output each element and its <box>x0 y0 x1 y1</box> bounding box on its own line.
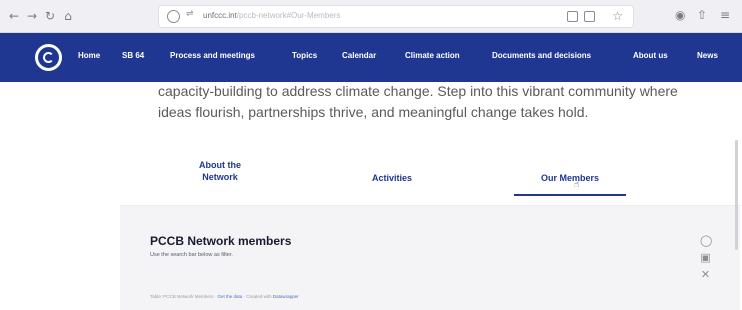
tab-about-label-2: Network <box>202 172 238 182</box>
nav-process-and-meetings[interactable]: Process and meetings <box>170 51 255 60</box>
facebook-icon[interactable]: ▣ <box>700 252 711 263</box>
star-icon[interactable]: ☆ <box>612 9 623 23</box>
account-icon[interactable]: ◉ <box>675 8 685 22</box>
forward-icon[interactable]: → <box>24 8 40 24</box>
page-scrollbar[interactable] <box>735 140 738 250</box>
intro-paragraph: capacity-building to address climate cha… <box>158 81 688 123</box>
site-navigation: Home SB 64 Process and meetings Topics C… <box>0 33 742 82</box>
reload-icon[interactable]: ↻ <box>42 8 58 24</box>
datawrapper-link[interactable]: Datawrapper <box>273 294 299 299</box>
intro-line-1: capacity-building to address climate cha… <box>158 83 678 99</box>
mouse-cursor-icon: ☝ <box>574 180 580 190</box>
tab-our-members[interactable]: Our Members <box>514 172 626 184</box>
unfccc-logo[interactable] <box>35 44 62 71</box>
nav-home[interactable]: Home <box>78 51 100 60</box>
tab-about-the-network[interactable]: About the Network <box>180 159 260 183</box>
back-icon[interactable]: ← <box>6 8 22 24</box>
members-subtitle: Use the search bar below as filter. <box>150 252 233 258</box>
nav-about-us[interactable]: About us <box>633 51 668 60</box>
share-icon[interactable]: ⇧ <box>697 8 707 22</box>
github-icon[interactable]: ◯ <box>700 235 712 246</box>
address-bar[interactable]: ⇌ unfccc.int/pccb-network#Our-Members ☆ <box>158 5 634 28</box>
nav-news[interactable]: News <box>697 51 718 60</box>
members-title: PCCB Network members <box>150 234 292 248</box>
table-source-line: Table: PCCB Network Members · Get the da… <box>150 294 299 299</box>
url-text: unfccc.int/pccb-network#Our-Members <box>203 11 341 20</box>
menu-icon[interactable]: ≡ <box>720 8 730 22</box>
lock-icon[interactable]: ⇌ <box>186 9 194 19</box>
nav-topics[interactable]: Topics <box>292 51 317 60</box>
active-tab-indicator <box>514 194 626 196</box>
nav-documents-and-decisions[interactable]: Documents and decisions <box>492 51 591 60</box>
browser-toolbar: ← → ↻ ⌂ ⇌ unfccc.int/pccb-network#Our-Me… <box>0 0 742 33</box>
x-icon[interactable]: ✕ <box>700 269 711 280</box>
extension-icon[interactable] <box>584 11 595 22</box>
tab-about-label-1: About the <box>199 160 241 170</box>
nav-calendar[interactable]: Calendar <box>342 51 376 60</box>
tab-activities[interactable]: Activities <box>352 172 432 184</box>
reader-icon[interactable] <box>567 11 578 22</box>
shield-icon[interactable] <box>167 10 180 23</box>
home-icon[interactable]: ⌂ <box>60 8 76 24</box>
intro-line-2: ideas flourish, partnerships thrive, and… <box>158 104 589 120</box>
get-the-data-link[interactable]: Get the data <box>218 294 243 299</box>
nav-sb64[interactable]: SB 64 <box>122 51 144 60</box>
nav-climate-action[interactable]: Climate action <box>405 51 460 60</box>
